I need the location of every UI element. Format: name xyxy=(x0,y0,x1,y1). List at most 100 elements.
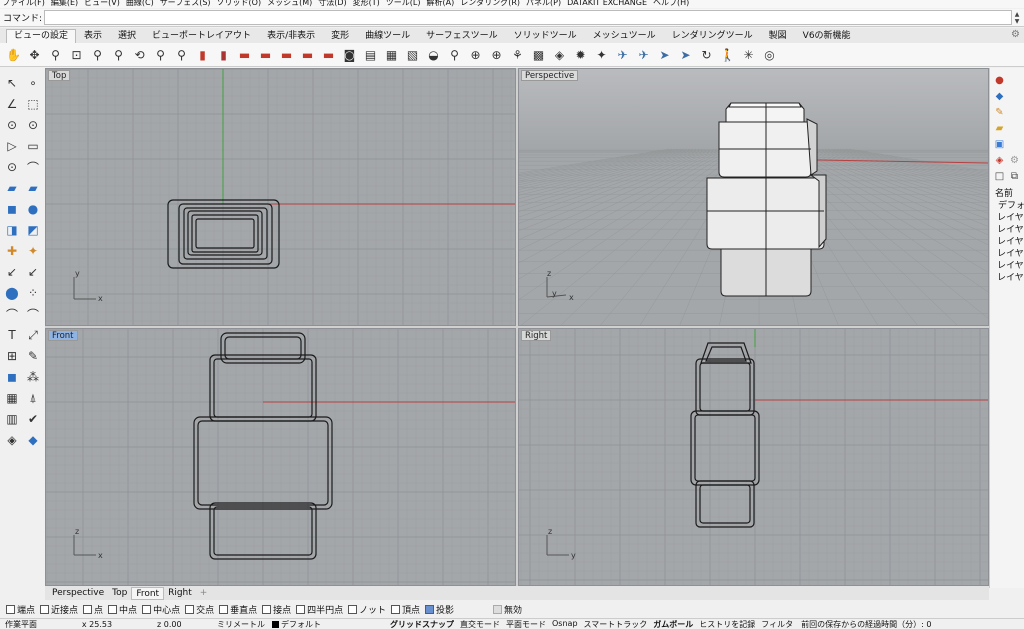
rotate-view-icon[interactable]: ⟲ xyxy=(130,45,149,64)
viewport-label-top[interactable]: Top xyxy=(48,70,71,81)
solid-box-icon[interactable]: ◼ xyxy=(3,200,21,218)
viewport-label-front[interactable]: Front xyxy=(48,330,78,341)
wing-icon[interactable]: ✈ xyxy=(634,45,653,64)
osnap-item[interactable]: 投影 xyxy=(424,603,454,616)
osnap-disable-checkbox[interactable] xyxy=(493,605,502,614)
osnap-checkbox[interactable] xyxy=(142,605,152,614)
menu-item[interactable]: パネル(P) xyxy=(526,0,561,8)
viewport-tab-perspective[interactable]: Perspective xyxy=(48,587,108,600)
surface-icon[interactable]: ▰ xyxy=(3,179,21,197)
osnap-checkbox[interactable] xyxy=(262,605,272,614)
transform-icon[interactable]: ✚ xyxy=(3,242,21,260)
osnap-item[interactable]: ノット xyxy=(348,603,386,616)
status-toggle[interactable]: スマートトラック xyxy=(581,619,651,629)
polygon-icon[interactable]: ▷ xyxy=(3,137,21,155)
osnap-disable[interactable]: 無効 xyxy=(493,603,522,616)
viewport-tab-right[interactable]: Right xyxy=(164,587,196,600)
tab-2[interactable]: 選択 xyxy=(110,29,144,43)
layers-icon[interactable]: ◈ xyxy=(993,154,1006,167)
group-icon[interactable]: ⊞ xyxy=(3,347,21,365)
lights-icon[interactable]: ✦ xyxy=(592,45,611,64)
menu-item[interactable]: メッシュ(M) xyxy=(267,0,312,8)
osnap-checkbox[interactable] xyxy=(83,605,93,614)
fillet-icon[interactable]: ⌒ xyxy=(3,305,21,323)
menu-item[interactable]: DATAKIT EXCHANGE xyxy=(567,0,647,8)
car-icon[interactable]: ▬ xyxy=(319,45,338,64)
polyline-icon[interactable]: ∠ xyxy=(3,95,21,113)
menu-item[interactable]: 編集(E) xyxy=(51,0,78,8)
viewport-label-right[interactable]: Right xyxy=(521,330,552,341)
monitor-icon[interactable]: ▣ xyxy=(993,138,1006,151)
viewport-perspective[interactable]: Perspective z y x xyxy=(518,68,989,326)
tab-9[interactable]: メッシュツール xyxy=(585,29,664,43)
mesh-tool-icon[interactable]: ◩ xyxy=(24,221,42,239)
status-toggle[interactable]: ヒストリを記録 xyxy=(696,619,758,629)
walk-icon[interactable]: ⚘ xyxy=(508,45,527,64)
boolean-icon[interactable]: ⬤ xyxy=(3,284,21,302)
osnap-checkbox[interactable] xyxy=(40,605,50,614)
folder-icon[interactable]: ▰ xyxy=(993,122,1006,135)
viewport-top[interactable]: Top y x xyxy=(45,68,516,326)
edit-icon[interactable]: ✎ xyxy=(24,347,42,365)
osnap-checkbox[interactable] xyxy=(296,605,306,614)
status-toggle[interactable]: 直交モード xyxy=(457,619,503,629)
box-outline-icon[interactable]: ▭ xyxy=(24,137,42,155)
status-toggle[interactable]: ガムボール xyxy=(650,619,696,629)
status-toggle[interactable]: フィルタ xyxy=(758,619,796,629)
plane-icon[interactable]: ➤ xyxy=(676,45,695,64)
dimension-icon[interactable]: ⁂ xyxy=(24,368,42,386)
point-icon[interactable]: ∘ xyxy=(24,74,42,92)
osnap-item[interactable]: 点 xyxy=(83,603,103,616)
target-icon[interactable]: ⊕ xyxy=(466,45,485,64)
osnap-checkbox[interactable] xyxy=(348,605,358,614)
rectangle-icon[interactable]: ⬚ xyxy=(24,95,42,113)
lens-icon[interactable]: ◒ xyxy=(424,45,443,64)
light-spot-icon[interactable]: ✳ xyxy=(739,45,758,64)
tab-4[interactable]: 表示/非表示 xyxy=(259,29,323,43)
zoom-window-icon[interactable]: ⊡ xyxy=(67,45,86,64)
menu-item[interactable]: ビュー(V) xyxy=(84,0,120,8)
osnap-item[interactable]: 垂直点 xyxy=(219,603,257,616)
check-icon[interactable]: ✔ xyxy=(24,410,42,428)
osnap-item[interactable]: 頂点 xyxy=(390,603,420,616)
status-cplane[interactable]: 作業平面 xyxy=(0,619,42,629)
box-view-icon[interactable]: ◈ xyxy=(550,45,569,64)
tab-11[interactable]: 製図 xyxy=(761,29,795,43)
zoom-out-icon[interactable]: ⚲ xyxy=(445,45,464,64)
menu-item[interactable]: 解析(A) xyxy=(426,0,454,8)
viewport-front[interactable]: Front z x xyxy=(45,328,516,586)
point-edit-icon[interactable]: ↙ xyxy=(3,263,21,281)
walkabout-icon[interactable]: 🚶 xyxy=(718,45,737,64)
menu-item[interactable]: ヘルプ(H) xyxy=(653,0,689,8)
car-icon[interactable]: ▬ xyxy=(298,45,317,64)
star-icon[interactable]: ✦ xyxy=(24,242,42,260)
layout-icon[interactable]: ▧ xyxy=(403,45,422,64)
object-icon[interactable]: ◈ xyxy=(3,431,21,449)
tab-3[interactable]: ビューポートレイアウト xyxy=(144,29,259,43)
settings-icon[interactable]: ⚙ xyxy=(1008,154,1021,167)
layer-item[interactable]: レイヤ xyxy=(997,270,1024,283)
status-unit[interactable]: ミリメートル xyxy=(212,619,267,629)
tab-7[interactable]: サーフェスツール xyxy=(418,29,505,43)
zoom-extents-icon[interactable]: ⚲ xyxy=(88,45,107,64)
viewport-label-perspective[interactable]: Perspective xyxy=(521,70,579,81)
sphere-icon[interactable]: ● xyxy=(24,200,42,218)
color-icon[interactable]: ◆ xyxy=(24,431,42,449)
new-layer-icon[interactable]: □ xyxy=(993,170,1006,183)
circle-icon[interactable]: ⊙ xyxy=(3,116,21,134)
camera-icon[interactable]: ◙ xyxy=(340,45,359,64)
tab-5[interactable]: 変形 xyxy=(323,29,357,43)
menu-item[interactable]: ソリッド(O) xyxy=(217,0,262,8)
named-view-icon[interactable]: ▦ xyxy=(382,45,401,64)
render-icon[interactable]: ▮ xyxy=(193,45,212,64)
cplane-icon[interactable]: ▩ xyxy=(529,45,548,64)
array-icon[interactable]: ⁘ xyxy=(24,284,42,302)
menu-item[interactable]: ファイル(F) xyxy=(2,0,45,8)
osnap-item[interactable]: 中点 xyxy=(108,603,137,616)
menu-item[interactable]: 寸法(D) xyxy=(318,0,346,8)
brush-icon[interactable]: ✎ xyxy=(993,106,1006,119)
analyze-icon[interactable]: ⍋ xyxy=(24,389,42,407)
car-icon[interactable]: ▬ xyxy=(277,45,296,64)
osnap-item[interactable]: 四半円点 xyxy=(296,603,343,616)
tab-10[interactable]: レンダリングツール xyxy=(664,29,761,43)
